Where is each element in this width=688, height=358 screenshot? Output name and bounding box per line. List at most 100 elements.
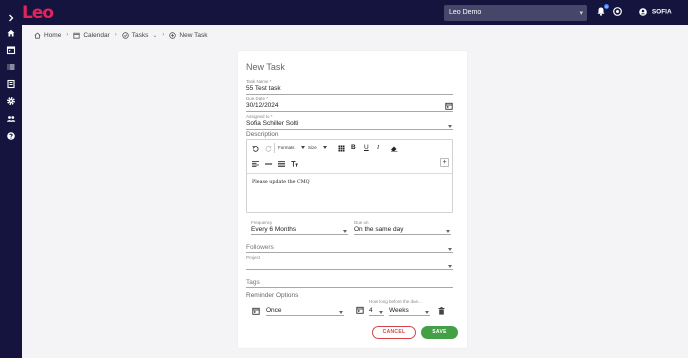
reminder-unit-select[interactable]: Weeks xyxy=(389,306,430,316)
frequency-value: Every 6 Months xyxy=(251,226,297,233)
breadcrumb-separator-icon: › xyxy=(114,32,117,38)
home-icon[interactable] xyxy=(5,27,17,39)
help-icon[interactable] xyxy=(5,130,17,142)
bell-icon[interactable] xyxy=(597,7,605,16)
breadcrumb-tasks-label: Tasks xyxy=(131,31,149,39)
list-icon[interactable] xyxy=(278,161,285,167)
dropdown-arrow-icon xyxy=(446,230,450,233)
frequency-select[interactable]: Frequency Every 6 Months xyxy=(251,220,348,235)
breadcrumb-separator-icon: › xyxy=(66,32,69,38)
breadcrumb-tasks[interactable]: Tasks ⌄ xyxy=(122,31,157,39)
reminder-frequency-select[interactable]: Once xyxy=(266,306,344,316)
user-menu[interactable]: SOFIA xyxy=(639,8,672,16)
description-editor[interactable]: Formats Size B U I + Please update the C… xyxy=(246,139,453,213)
field-underline xyxy=(354,234,451,235)
dropdown-arrow-icon xyxy=(448,248,452,251)
due-date-field[interactable]: Due Date * 30/12/2024 xyxy=(246,96,453,112)
side-nav xyxy=(0,14,22,358)
horizontal-rule-icon[interactable] xyxy=(265,161,272,167)
dropdown-arrow-icon xyxy=(448,125,452,128)
reminder-options-label: Reminder Options xyxy=(246,292,299,299)
italic-icon[interactable]: I xyxy=(377,144,379,152)
check-circle-icon xyxy=(122,31,129,39)
breadcrumb-calendar-label: Calendar xyxy=(83,31,110,39)
task-name-value: 55 Test task xyxy=(246,85,281,92)
assigned-to-select[interactable]: Assigned to * Sofia Schiller Solti xyxy=(246,114,453,130)
breadcrumb-home-label: Home xyxy=(44,31,62,39)
followers-select[interactable]: Followers xyxy=(246,241,453,253)
chevron-down-icon: ▾ xyxy=(579,10,583,17)
description-label: Description xyxy=(246,131,279,138)
field-underline xyxy=(246,287,453,288)
breadcrumb-new-task: New Task xyxy=(169,32,207,39)
user-name: SOFIA xyxy=(651,8,672,16)
project-select[interactable]: Project xyxy=(246,255,453,270)
calendar-icon xyxy=(356,306,364,314)
list-icon[interactable] xyxy=(5,61,17,73)
cancel-button[interactable]: CANCEL xyxy=(372,326,416,339)
task-name-field[interactable]: Task Name * 55 Test task xyxy=(246,79,453,95)
eraser-icon[interactable] xyxy=(390,145,398,152)
size-label: Size xyxy=(308,145,317,150)
field-underline xyxy=(246,111,453,112)
assigned-to-value: Sofia Schiller Solti xyxy=(246,120,299,127)
dropdown-arrow-icon xyxy=(448,265,452,268)
add-icon[interactable]: + xyxy=(440,158,449,167)
toolbar-divider xyxy=(274,143,275,153)
formats-label: Formats xyxy=(278,145,295,150)
formats-select[interactable]: Formats xyxy=(278,144,305,152)
breadcrumb-calendar[interactable]: Calendar xyxy=(73,31,110,39)
field-underline xyxy=(246,129,453,130)
breadcrumb-home[interactable]: Home xyxy=(34,32,61,39)
calendar-icon[interactable] xyxy=(5,44,17,56)
redo-icon[interactable] xyxy=(265,145,272,152)
dropdown-arrow-icon xyxy=(343,230,347,233)
chevron-down-icon[interactable]: ⌄ xyxy=(152,32,157,39)
company-select-value: Leo Demo xyxy=(449,9,482,16)
tags-placeholder: Tags xyxy=(246,279,260,286)
chevron-right-icon[interactable] xyxy=(5,12,17,24)
project-label: Project xyxy=(246,255,261,260)
company-select[interactable]: Leo Demo ▾ xyxy=(444,5,587,21)
description-text[interactable]: Please update the CMQ xyxy=(252,180,310,185)
clear-formatting-icon[interactable] xyxy=(291,161,298,167)
dropdown-arrow-icon xyxy=(379,311,383,314)
table-icon[interactable] xyxy=(338,145,345,152)
tags-input[interactable]: Tags xyxy=(246,276,453,288)
app-logo[interactable]: Leo xyxy=(22,3,54,23)
due-date-value: 30/12/2024 xyxy=(246,102,279,109)
how-long-label: How long before the due... xyxy=(369,299,422,304)
notification-badge: 8 xyxy=(604,4,609,9)
breadcrumb-new-task-label: New Task xyxy=(179,31,208,39)
dropdown-arrow-icon xyxy=(425,311,429,314)
field-underline xyxy=(266,315,344,316)
add-circle-icon xyxy=(169,31,177,39)
top-bar: Leo Leo Demo ▾ 8 SOFIA xyxy=(0,0,688,25)
due-on-select[interactable]: Due on On the same day xyxy=(354,220,451,235)
field-underline xyxy=(251,234,348,235)
trash-icon[interactable] xyxy=(438,307,445,315)
underline-icon[interactable]: U xyxy=(364,144,369,152)
followers-placeholder: Followers xyxy=(246,244,274,251)
support-icon[interactable] xyxy=(613,7,622,16)
dropdown-arrow-icon xyxy=(323,146,327,149)
page-title: New Task xyxy=(246,62,285,72)
field-underline xyxy=(246,252,453,253)
calendar-icon xyxy=(252,307,260,315)
align-left-icon[interactable] xyxy=(252,161,259,167)
undo-icon[interactable] xyxy=(252,145,259,152)
due-on-value: On the same day xyxy=(354,226,404,233)
reminder-amount-select[interactable]: 4 xyxy=(369,306,384,316)
gear-icon[interactable] xyxy=(5,95,17,107)
users-icon[interactable] xyxy=(5,113,17,125)
save-button[interactable]: SAVE xyxy=(421,326,458,339)
dropdown-arrow-icon xyxy=(339,311,343,314)
book-icon[interactable] xyxy=(5,78,17,90)
field-underline xyxy=(246,269,453,270)
home-icon xyxy=(34,31,41,39)
account-icon xyxy=(639,8,647,16)
calendar-icon[interactable] xyxy=(445,102,453,110)
breadcrumb: Home › Calendar › Tasks ⌄ › New Task xyxy=(34,30,207,40)
bold-icon[interactable]: B xyxy=(351,144,356,152)
size-select[interactable]: Size xyxy=(308,144,327,152)
